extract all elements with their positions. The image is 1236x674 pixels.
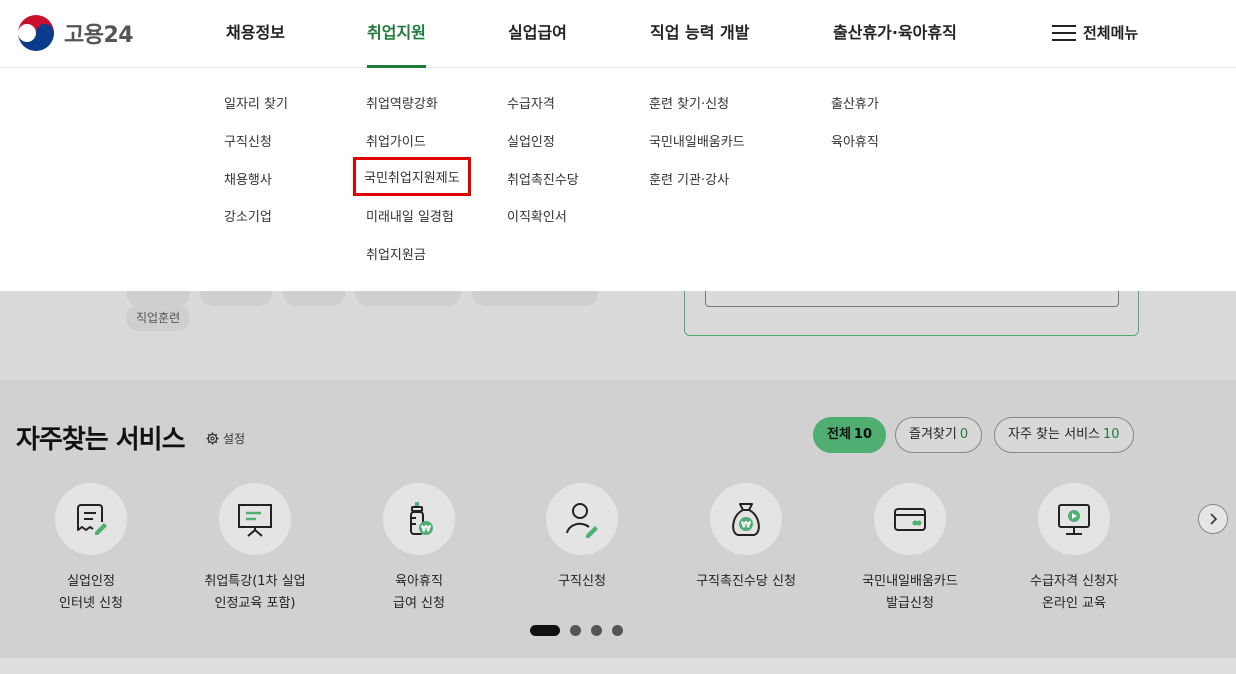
- baby-bottle-icon: ₩: [410, 502, 433, 535]
- nav-unemployment-benefit[interactable]: 실업급여: [508, 0, 567, 68]
- service-label-line1: 수급자격 신청자: [1030, 574, 1118, 589]
- service-icon-circle: ₩: [383, 483, 455, 555]
- service-icon-circle: ₩: [710, 483, 782, 555]
- filter-count: 10: [1103, 427, 1120, 442]
- menu-item-competency[interactable]: 취업역량강화: [366, 93, 438, 112]
- service-card-parental-leave-benefit[interactable]: ₩ 육아휴직 급여 신청: [339, 483, 499, 615]
- service-card-job-promotion-allowance[interactable]: ₩ 구직촉진수당 신청: [666, 483, 826, 593]
- menu-item-training-search[interactable]: 훈련 찾기·신청: [649, 93, 729, 112]
- service-label-line1: 실업인정: [67, 574, 115, 589]
- filter-label: 즐겨찾기: [909, 427, 957, 442]
- filter-label: 전체: [827, 427, 851, 442]
- taegeuk-logo-icon: [18, 15, 54, 51]
- menu-item-maternity-leave[interactable]: 출산휴가: [831, 93, 879, 112]
- logo-text: 고용24: [64, 23, 134, 48]
- carousel-next-button[interactable]: [1198, 504, 1228, 534]
- carousel-dot-2[interactable]: [570, 625, 581, 636]
- menu-item-unemployment-certification[interactable]: 실업인정: [507, 131, 555, 150]
- service-icon-circle: [874, 483, 946, 555]
- service-label-line2: 발급신청: [886, 596, 934, 611]
- all-menu-button[interactable]: 전체메뉴: [1052, 22, 1138, 43]
- settings-button[interactable]: 설정: [206, 430, 245, 447]
- service-label-line1: 국민내일배움카드: [862, 574, 958, 589]
- nav-job-info[interactable]: 채용정보: [226, 0, 285, 68]
- menu-item-employment-subsidy[interactable]: 취업지원금: [366, 244, 426, 263]
- svg-text:₩: ₩: [421, 525, 431, 535]
- document-pen-icon: [77, 504, 107, 535]
- monitor-play-icon: [1058, 504, 1090, 535]
- carousel-dot-1[interactable]: [530, 625, 560, 636]
- mega-menu-dropdown: 일자리 찾기 구직신청 채용행사 강소기업 취업역량강화 취업가이드 국민취업지…: [0, 68, 1236, 291]
- gear-icon: [206, 432, 219, 445]
- all-menu-label: 전체메뉴: [1083, 24, 1139, 42]
- nav-employment-support[interactable]: 취업지원: [367, 0, 426, 68]
- nav-maternity-parental-leave[interactable]: 출산휴가·육아휴직: [833, 0, 957, 68]
- service-label-line1: 구직촉진수당 신청: [696, 574, 796, 589]
- service-card-learning-card-issue[interactable]: 국민내일배움카드 발급신청: [830, 483, 990, 615]
- page-bottom: [0, 658, 1236, 674]
- filter-favorites-button[interactable]: 즐겨찾기 0: [895, 417, 983, 453]
- menu-item-employment-guide[interactable]: 취업가이드: [366, 131, 426, 150]
- carousel-dot-3[interactable]: [591, 625, 602, 636]
- menu-item-work-experience[interactable]: 미래내일 일경험: [366, 206, 454, 225]
- service-label-line1: 취업특강(1차 실업: [204, 574, 306, 589]
- site-logo[interactable]: 고용24: [16, 13, 134, 53]
- carousel-pagination: [530, 625, 623, 636]
- service-icon-circle: [219, 483, 291, 555]
- service-card-employment-lecture[interactable]: 취업특강(1차 실업 인정교육 포함): [175, 483, 335, 615]
- person-pen-icon: [566, 503, 598, 538]
- filter-all-button[interactable]: 전체 10: [813, 417, 887, 453]
- menu-item-training-institution[interactable]: 훈련 기관·강사: [649, 169, 729, 188]
- service-icon-circle: [546, 483, 618, 555]
- service-card-online-education[interactable]: 수급자격 신청자 온라인 교육: [994, 483, 1154, 615]
- chevron-right-icon: [1210, 513, 1218, 525]
- money-bag-icon: ₩: [732, 503, 760, 536]
- service-label-line1: 구직신청: [558, 574, 606, 589]
- service-label-line2: 온라인 교육: [1042, 596, 1106, 611]
- hamburger-icon: [1052, 24, 1076, 41]
- settings-label: 설정: [223, 432, 246, 446]
- carousel-dot-4[interactable]: [612, 625, 623, 636]
- card-icon: [894, 508, 926, 531]
- nav-vocational-training[interactable]: 직업 능력 개발: [650, 0, 749, 68]
- tag-chip-job-training[interactable]: 직업훈련: [126, 305, 191, 331]
- menu-item-job-fair[interactable]: 채용행사: [224, 169, 272, 188]
- service-label-line2: 급여 신청: [393, 596, 445, 611]
- menu-item-learning-card[interactable]: 국민내일배움카드: [649, 131, 745, 150]
- svg-text:₩: ₩: [741, 521, 751, 531]
- filter-frequent-button[interactable]: 자주 찾는 서비스 10: [994, 417, 1134, 453]
- menu-item-parental-leave[interactable]: 육아휴직: [831, 131, 879, 150]
- menu-item-eligibility[interactable]: 수급자격: [507, 93, 555, 112]
- presentation-board-icon: [238, 504, 272, 537]
- site-header: 고용24 채용정보 취업지원 실업급여 직업 능력 개발 출산휴가·육아휴직 전…: [0, 0, 1236, 68]
- service-label-line2: 인터넷 신청: [59, 596, 123, 611]
- service-card-job-application[interactable]: 구직신청: [502, 483, 662, 593]
- filter-label: 자주 찾는 서비스: [1008, 427, 1100, 442]
- service-card-unemployment-certification[interactable]: 실업인정 인터넷 신청: [11, 483, 171, 615]
- service-icon-circle: [1038, 483, 1110, 555]
- menu-item-job-application[interactable]: 구직신청: [224, 131, 272, 150]
- menu-item-job-promotion-allowance[interactable]: 취업촉진수당: [507, 169, 579, 188]
- section-title: 자주찾는 서비스: [16, 425, 185, 455]
- service-label-line1: 육아휴직: [395, 574, 443, 589]
- service-icon-circle: [55, 483, 127, 555]
- menu-item-national-employment-support[interactable]: 국민취업지원제도: [353, 157, 471, 196]
- menu-item-separation-confirmation[interactable]: 이직확인서: [507, 206, 567, 225]
- service-label-line2: 인정교육 포함): [214, 596, 296, 611]
- filter-count: 0: [959, 427, 969, 442]
- menu-item-job-search[interactable]: 일자리 찾기: [224, 93, 288, 112]
- menu-item-small-giant[interactable]: 강소기업: [224, 206, 272, 225]
- filter-count: 10: [853, 427, 873, 442]
